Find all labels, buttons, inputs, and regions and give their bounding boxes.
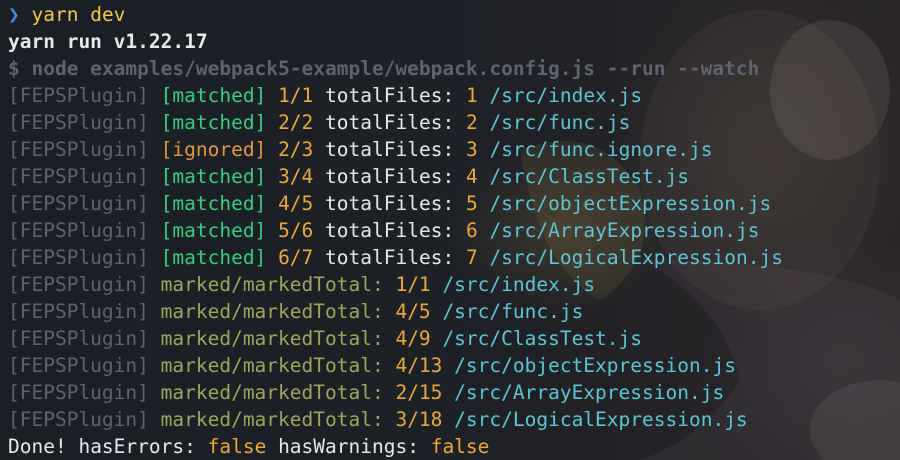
- done-text: Done!: [8, 435, 67, 458]
- has-errors-label: hasErrors:: [78, 435, 196, 458]
- marked-total-value: 4/9: [395, 327, 431, 350]
- prompt-chevron-icon: ❯: [8, 3, 20, 26]
- marked-total-value: 4/13: [395, 354, 443, 377]
- plugin-tag: [FEPSPlugin]: [8, 327, 149, 350]
- marked-total-label: marked/markedTotal:: [160, 381, 384, 404]
- plugin-tag: [FEPSPlugin]: [8, 246, 149, 269]
- file-line: [FEPSPlugin] [matched] 1/1 totalFiles: 1…: [8, 82, 900, 109]
- marked-total-value: 3/18: [395, 408, 443, 431]
- file-path: /src/func.ignore.js: [489, 138, 713, 161]
- marked-total-label: marked/markedTotal:: [160, 273, 384, 296]
- total-files-label: totalFiles:: [325, 165, 455, 188]
- plugin-tag: [FEPSPlugin]: [8, 219, 149, 242]
- marked-total-value: 2/15: [395, 381, 443, 404]
- total-files-count: 5: [465, 192, 478, 215]
- marked-total-label: marked/markedTotal:: [160, 408, 384, 431]
- file-line: [FEPSPlugin] [matched] 3/4 totalFiles: 4…: [8, 163, 900, 190]
- plugin-tag: [FEPSPlugin]: [8, 273, 149, 296]
- yarn-version-line: yarn run v1.22.17: [8, 30, 208, 53]
- marked-line: [FEPSPlugin] marked/markedTotal: 4/13 /s…: [8, 352, 900, 379]
- file-line: [FEPSPlugin] [ignored] 2/3 totalFiles: 3…: [8, 136, 900, 163]
- file-path: /src/LogicalExpression.js: [454, 408, 748, 431]
- file-path: /src/index.js: [442, 273, 596, 296]
- marked-total-value: 1/1: [395, 273, 431, 296]
- plugin-tag: [FEPSPlugin]: [8, 165, 149, 188]
- file-path: /src/ClassTest.js: [489, 165, 690, 188]
- total-files-label: totalFiles:: [325, 84, 455, 107]
- marked-total-label: marked/markedTotal:: [160, 354, 384, 377]
- total-files-count: 1: [465, 84, 478, 107]
- plugin-tag: [FEPSPlugin]: [8, 84, 149, 107]
- progress-count: 5/6: [278, 219, 314, 242]
- plugin-tag: [FEPSPlugin]: [8, 138, 149, 161]
- plugin-tag: [FEPSPlugin]: [8, 300, 149, 323]
- marked-line: [FEPSPlugin] marked/markedTotal: 4/5 /sr…: [8, 298, 900, 325]
- status-badge: [ignored]: [160, 138, 267, 161]
- total-files-label: totalFiles:: [325, 219, 455, 242]
- file-path: /src/ClassTest.js: [442, 327, 643, 350]
- marked-total-value: 4/5: [395, 300, 431, 323]
- prompt-line: ❯ yarn dev: [8, 1, 900, 28]
- progress-count: 1/1: [278, 84, 314, 107]
- plugin-tag: [FEPSPlugin]: [8, 354, 149, 377]
- terminal-output[interactable]: ❯ yarn dev yarn run v1.22.17 $ node exam…: [0, 0, 900, 460]
- status-badge: [matched]: [160, 84, 267, 107]
- terminal-window: ❯ yarn dev yarn run v1.22.17 $ node exam…: [0, 0, 900, 460]
- status-badge: [matched]: [160, 192, 267, 215]
- file-line: [FEPSPlugin] [matched] 4/5 totalFiles: 5…: [8, 190, 900, 217]
- file-path: /src/index.js: [489, 84, 643, 107]
- file-path: /src/func.js: [442, 300, 584, 323]
- has-errors-value: false: [207, 435, 267, 458]
- status-badge: [matched]: [160, 246, 267, 269]
- progress-count: 2/3: [278, 138, 314, 161]
- total-files-count: 7: [465, 246, 478, 269]
- command-text: yarn dev: [31, 3, 126, 26]
- file-path: /src/ArrayExpression.js: [489, 219, 760, 242]
- file-path: /src/ArrayExpression.js: [454, 381, 725, 404]
- total-files-label: totalFiles:: [325, 192, 455, 215]
- done-line: Done! hasErrors: false hasWarnings: fals…: [8, 433, 900, 460]
- file-line: [FEPSPlugin] [matched] 2/2 totalFiles: 2…: [8, 109, 900, 136]
- exec-command-line: $ node examples/webpack5-example/webpack…: [8, 57, 760, 80]
- total-files-count: 3: [465, 138, 478, 161]
- marked-line: [FEPSPlugin] marked/markedTotal: 1/1 /sr…: [8, 271, 900, 298]
- plugin-tag: [FEPSPlugin]: [8, 111, 149, 134]
- total-files-count: 2: [465, 111, 478, 134]
- progress-count: 6/7: [278, 246, 314, 269]
- marked-total-label: marked/markedTotal:: [160, 327, 384, 350]
- progress-count: 2/2: [278, 111, 314, 134]
- file-path: /src/func.js: [489, 111, 631, 134]
- file-path: /src/LogicalExpression.js: [489, 246, 783, 269]
- marked-total-label: marked/markedTotal:: [160, 300, 384, 323]
- status-badge: [matched]: [160, 111, 267, 134]
- total-files-count: 4: [465, 165, 478, 188]
- total-files-count: 6: [465, 219, 478, 242]
- file-path: /src/objectExpression.js: [489, 192, 772, 215]
- marked-line: [FEPSPlugin] marked/markedTotal: 3/18 /s…: [8, 406, 900, 433]
- file-line: [FEPSPlugin] [matched] 6/7 totalFiles: 7…: [8, 244, 900, 271]
- file-line: [FEPSPlugin] [matched] 5/6 totalFiles: 6…: [8, 217, 900, 244]
- status-badge: [matched]: [160, 219, 267, 242]
- progress-count: 4/5: [278, 192, 314, 215]
- total-files-label: totalFiles:: [325, 246, 455, 269]
- has-warnings-value: false: [430, 435, 490, 458]
- plugin-tag: [FEPSPlugin]: [8, 408, 149, 431]
- plugin-tag: [FEPSPlugin]: [8, 192, 149, 215]
- total-files-label: totalFiles:: [325, 111, 455, 134]
- status-badge: [matched]: [160, 165, 267, 188]
- marked-line: [FEPSPlugin] marked/markedTotal: 4/9 /sr…: [8, 325, 900, 352]
- total-files-label: totalFiles:: [325, 138, 455, 161]
- file-path: /src/objectExpression.js: [454, 354, 736, 377]
- plugin-tag: [FEPSPlugin]: [8, 381, 149, 404]
- marked-line: [FEPSPlugin] marked/markedTotal: 2/15 /s…: [8, 379, 900, 406]
- has-warnings-label: hasWarnings:: [278, 435, 419, 458]
- progress-count: 3/4: [278, 165, 314, 188]
